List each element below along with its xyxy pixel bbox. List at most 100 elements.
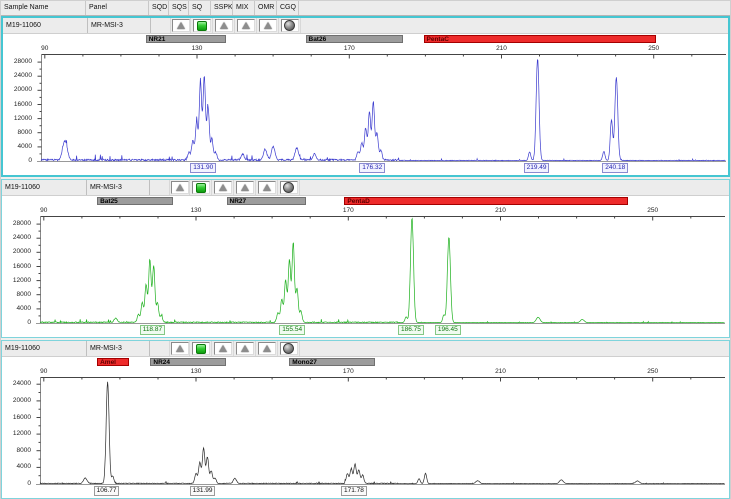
sq-flag[interactable] xyxy=(193,19,211,32)
plot-area[interactable] xyxy=(37,54,726,162)
marker-bar-nr21[interactable]: NR21 xyxy=(146,35,226,43)
sspk-flag[interactable] xyxy=(214,181,232,194)
y-tick-label: 4000 xyxy=(18,143,32,150)
marker-bar-pentad[interactable]: PentaD xyxy=(344,197,628,205)
y-tick-label: 8000 xyxy=(18,129,32,136)
x-tick-label: 90 xyxy=(33,368,55,375)
chart-area: Bat25NR27PentaD 90130170210250 280002400… xyxy=(2,196,729,337)
peak-size-label[interactable]: 155.54 xyxy=(279,325,305,335)
triangle-icon xyxy=(219,345,227,352)
column-header-cgq[interactable]: CGQ xyxy=(277,1,299,15)
omr-flag-cell[interactable] xyxy=(257,18,279,33)
sspk-flag[interactable] xyxy=(214,342,232,355)
sqs-flag[interactable] xyxy=(171,342,189,355)
peak-size-label[interactable]: 186.75 xyxy=(398,325,424,335)
sspk-flag-cell[interactable] xyxy=(212,180,234,195)
marker-bar-nr24[interactable]: NR24 xyxy=(150,358,226,366)
column-header-sample-name[interactable]: Sample Name xyxy=(1,1,86,15)
column-header-mix[interactable]: MIX xyxy=(233,1,255,15)
omr-flag-cell[interactable] xyxy=(256,180,278,195)
omr-flag[interactable] xyxy=(259,19,277,32)
sqs-flag-cell[interactable] xyxy=(171,18,191,33)
cgq-flag-cell[interactable] xyxy=(278,341,300,356)
y-tick-label: 0 xyxy=(27,319,31,326)
column-header-sqs[interactable]: SQS xyxy=(169,1,189,15)
panel-name-cell[interactable]: MR-MSI-3 xyxy=(87,180,150,195)
mix-flag-cell[interactable] xyxy=(234,341,256,356)
sample-name-cell[interactable]: M19-11060 xyxy=(2,180,87,195)
sspk-flag[interactable] xyxy=(215,19,233,32)
sspk-flag-cell[interactable] xyxy=(213,18,235,33)
triangle-icon xyxy=(263,345,271,352)
column-header-panel[interactable]: Panel xyxy=(86,1,149,15)
omr-flag[interactable] xyxy=(258,181,276,194)
sphere-icon xyxy=(283,343,294,354)
peak-labels-row: 118.87 155.54 186.75 196.45 xyxy=(36,324,725,337)
fragment-analysis-window: Sample Name Panel SQD SQS SQ SSPK MIX OM… xyxy=(0,0,731,499)
peak-size-label[interactable]: 240.18 xyxy=(602,163,628,173)
column-header-sqd[interactable]: SQD xyxy=(149,1,169,15)
mix-flag[interactable] xyxy=(237,19,255,32)
peak-size-label[interactable]: 131.90 xyxy=(190,163,216,173)
y-tick-label: 0 xyxy=(28,157,32,164)
sq-flag-cell[interactable] xyxy=(191,18,213,33)
plot-area[interactable] xyxy=(36,377,725,485)
triangle-icon xyxy=(176,345,184,352)
cgq-flag[interactable] xyxy=(281,19,299,32)
omr-flag[interactable] xyxy=(258,342,276,355)
mix-flag-cell[interactable] xyxy=(235,18,257,33)
sqs-flag-cell[interactable] xyxy=(170,180,190,195)
x-tick-label: 170 xyxy=(337,207,359,214)
peak-size-label[interactable]: 176.32 xyxy=(359,163,385,173)
column-header-omr[interactable]: OMR xyxy=(255,1,277,15)
peak-size-label[interactable]: 219.49 xyxy=(524,163,550,173)
cgq-flag[interactable] xyxy=(280,342,298,355)
column-header-sq[interactable]: SQ xyxy=(189,1,211,15)
marker-bar-bat25[interactable]: Bat25 xyxy=(97,197,173,205)
sample-row-header: M19-11060 MR-MSI-3 xyxy=(3,18,728,34)
x-tick-label: 170 xyxy=(338,45,360,52)
y-tick-label: 0 xyxy=(27,480,31,487)
quality-flag-cells xyxy=(150,341,300,356)
sq-flag[interactable] xyxy=(192,181,210,194)
peak-size-label[interactable]: 171.78 xyxy=(341,486,367,496)
peak-size-label[interactable]: 131.99 xyxy=(190,486,216,496)
omr-flag-cell[interactable] xyxy=(256,341,278,356)
cgq-flag-cell[interactable] xyxy=(278,180,300,195)
panel-name-cell[interactable]: MR-MSI-3 xyxy=(88,18,151,33)
sq-flag[interactable] xyxy=(192,342,210,355)
marker-bar-pentac[interactable]: PentaC xyxy=(424,35,656,43)
peak-size-label[interactable]: 196.45 xyxy=(435,325,461,335)
mix-flag-cell[interactable] xyxy=(234,180,256,195)
marker-bar-bat26[interactable]: Bat26 xyxy=(306,35,403,43)
peak-size-label[interactable]: 118.87 xyxy=(140,325,165,335)
panel-name-cell[interactable]: MR-MSI-3 xyxy=(87,341,150,356)
peak-size-label[interactable]: 106.77 xyxy=(94,486,120,496)
chart-area: NR21Bat26PentaC 90130170210250 280002400… xyxy=(3,34,728,175)
plot-area[interactable] xyxy=(36,216,725,324)
sqs-flag[interactable] xyxy=(171,181,189,194)
electropherogram-panel-blue: M19-11060 MR-MSI-3 NR21Bat26PentaC 90130… xyxy=(1,16,730,177)
y-tick-label: 12000 xyxy=(14,115,32,122)
marker-bar-nr27[interactable]: NR27 xyxy=(227,197,307,205)
peak-labels-row: 106.77 131.99 171.78 xyxy=(36,485,725,498)
y-tick-label: 28000 xyxy=(14,58,32,65)
marker-bar-amel[interactable]: Amel xyxy=(97,358,129,366)
sq-flag-cell[interactable] xyxy=(190,341,212,356)
mix-flag[interactable] xyxy=(236,342,254,355)
y-tick-label: 20000 xyxy=(13,248,31,255)
sq-flag-cell[interactable] xyxy=(190,180,212,195)
sample-name-cell[interactable]: M19-11060 xyxy=(3,18,88,33)
sqs-flag-cell[interactable] xyxy=(170,341,190,356)
sspk-flag-cell[interactable] xyxy=(212,341,234,356)
column-header-sspk[interactable]: SSPK xyxy=(211,1,233,15)
sphere-icon xyxy=(284,20,295,31)
marker-bar-mono27[interactable]: Mono27 xyxy=(289,358,375,366)
sqd-flag-cell xyxy=(151,18,171,33)
cgq-flag-cell[interactable] xyxy=(279,18,301,33)
mix-flag[interactable] xyxy=(236,181,254,194)
cgq-flag[interactable] xyxy=(280,181,298,194)
y-tick-label: 8000 xyxy=(17,291,31,298)
sample-name-cell[interactable]: M19-11060 xyxy=(2,341,87,356)
sqs-flag[interactable] xyxy=(172,19,190,32)
